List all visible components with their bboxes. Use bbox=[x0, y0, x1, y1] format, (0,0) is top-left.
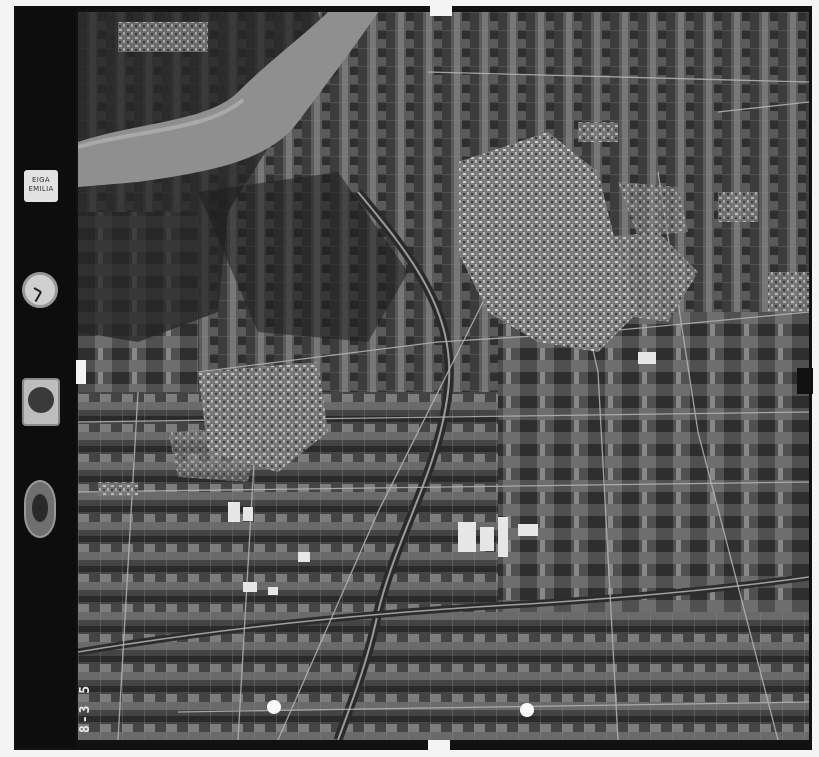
label-card: EIGA EMILIA bbox=[24, 170, 58, 202]
aerial-photograph bbox=[78, 12, 809, 740]
clock-icon bbox=[22, 272, 58, 308]
aerial-photo-canvas bbox=[78, 12, 809, 740]
altimeter-icon bbox=[22, 378, 60, 426]
left-fiducial-notch bbox=[76, 360, 86, 384]
frame-number: 8-3 5 bbox=[78, 683, 93, 733]
bottom-fiducial-notch bbox=[428, 740, 450, 750]
label-card-line1: EIGA bbox=[32, 176, 50, 184]
top-fiducial-notch bbox=[430, 6, 452, 16]
level-bubble-icon bbox=[24, 480, 56, 538]
label-card-line2: EMILIA bbox=[28, 185, 54, 193]
right-fiducial-notch bbox=[797, 368, 813, 394]
